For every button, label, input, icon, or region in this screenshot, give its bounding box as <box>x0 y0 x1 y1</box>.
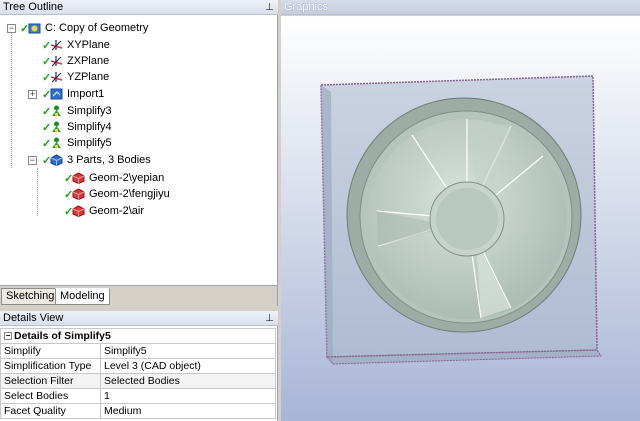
tree-item-zxplane[interactable]: ✓ ZXPlane <box>0 53 277 69</box>
plane-axes-icon <box>50 39 63 51</box>
tree-item-yzplane[interactable]: ✓ YZPlane <box>0 69 277 85</box>
details-table: − Details of Simplify5 Simplify Simplify5… <box>0 328 276 419</box>
parts-icon <box>50 154 63 167</box>
details-row-select-bodies[interactable]: Select Bodies 1 <box>0 388 276 404</box>
details-value-simplification-type[interactable]: Level 3 (CAD object) <box>100 358 276 374</box>
details-row-simplification-type[interactable]: Simplification Type Level 3 (CAD object) <box>0 358 276 374</box>
simplify-icon <box>50 121 63 133</box>
pin-icon[interactable]: ⊥ <box>265 0 274 15</box>
fan-model[interactable] <box>281 16 640 421</box>
geometry-root-icon <box>28 22 41 34</box>
simplify-icon <box>50 137 63 149</box>
details-view-title: Details View ⊥ <box>0 311 278 326</box>
pin-icon[interactable]: ⊥ <box>265 311 274 326</box>
tree-item-root[interactable]: − ✓ C: Copy of Geometry <box>0 20 277 36</box>
tree-item-body-air[interactable]: ✓ Geom-2\air <box>0 203 277 219</box>
tree-item-simplify4[interactable]: ✓ Simplify4 <box>0 119 277 135</box>
plane-axes-icon <box>50 71 63 83</box>
details-row-facet-quality[interactable]: Facet Quality Medium <box>0 403 276 419</box>
tree-item-body-yepian[interactable]: ✓ Geom-2\yepian <box>0 170 277 186</box>
details-value-selection-filter[interactable]: Selected Bodies <box>100 373 276 389</box>
import-icon <box>50 88 63 100</box>
body-icon <box>72 205 85 218</box>
fan-hub[interactable] <box>429 181 505 257</box>
body-icon <box>72 172 85 185</box>
tree-item-import1[interactable]: + ✓ Import1 <box>0 86 277 102</box>
collapse-icon[interactable]: − <box>7 24 16 33</box>
tree-item-body-fengjiyu[interactable]: ✓ Geom-2\fengjiyu <box>0 186 277 202</box>
tree-view[interactable]: − ✓ C: Copy of Geometry ✓ XYPlane ✓ ZXPl… <box>0 16 277 284</box>
collapse-icon[interactable]: − <box>28 156 37 165</box>
details-view-panel: Details View ⊥ − Details of Simplify5 Sim… <box>0 311 278 421</box>
tree-item-simplify5[interactable]: ✓ Simplify5 <box>0 135 277 151</box>
tree-outline-title: Tree Outline ⊥ <box>0 0 278 15</box>
simplify-icon <box>50 105 63 117</box>
body-icon <box>72 188 85 201</box>
tree-item-xyplane[interactable]: ✓ XYPlane <box>0 37 277 53</box>
details-row-selection-filter[interactable]: Selection Filter Selected Bodies <box>0 373 276 389</box>
plane-axes-icon <box>50 55 63 67</box>
tab-modeling[interactable]: Modeling <box>55 288 110 305</box>
details-group-header[interactable]: − Details of Simplify5 <box>0 328 276 344</box>
graphics-title: Graphics <box>281 0 640 15</box>
details-value-simplify[interactable]: Simplify5 <box>100 343 276 359</box>
graphics-viewport[interactable] <box>281 16 640 421</box>
tree-item-simplify3[interactable]: ✓ Simplify3 <box>0 103 277 119</box>
tree-item-parts[interactable]: − ✓ 3 Parts, 3 Bodies <box>0 152 277 168</box>
details-value-select-bodies[interactable]: 1 <box>100 388 276 404</box>
details-value-facet-quality[interactable]: Medium <box>100 403 276 419</box>
tree-outline-panel: Tree Outline ⊥ − ✓ C: Copy of Geometry ✓… <box>0 0 278 306</box>
tree-tabs: Sketching Modeling <box>0 285 277 306</box>
graphics-panel: Graphics <box>281 0 640 421</box>
expand-icon[interactable]: + <box>28 90 37 99</box>
collapse-icon[interactable]: − <box>4 332 12 341</box>
tab-sketching[interactable]: Sketching <box>1 288 60 305</box>
details-row-simplify[interactable]: Simplify Simplify5 <box>0 343 276 359</box>
